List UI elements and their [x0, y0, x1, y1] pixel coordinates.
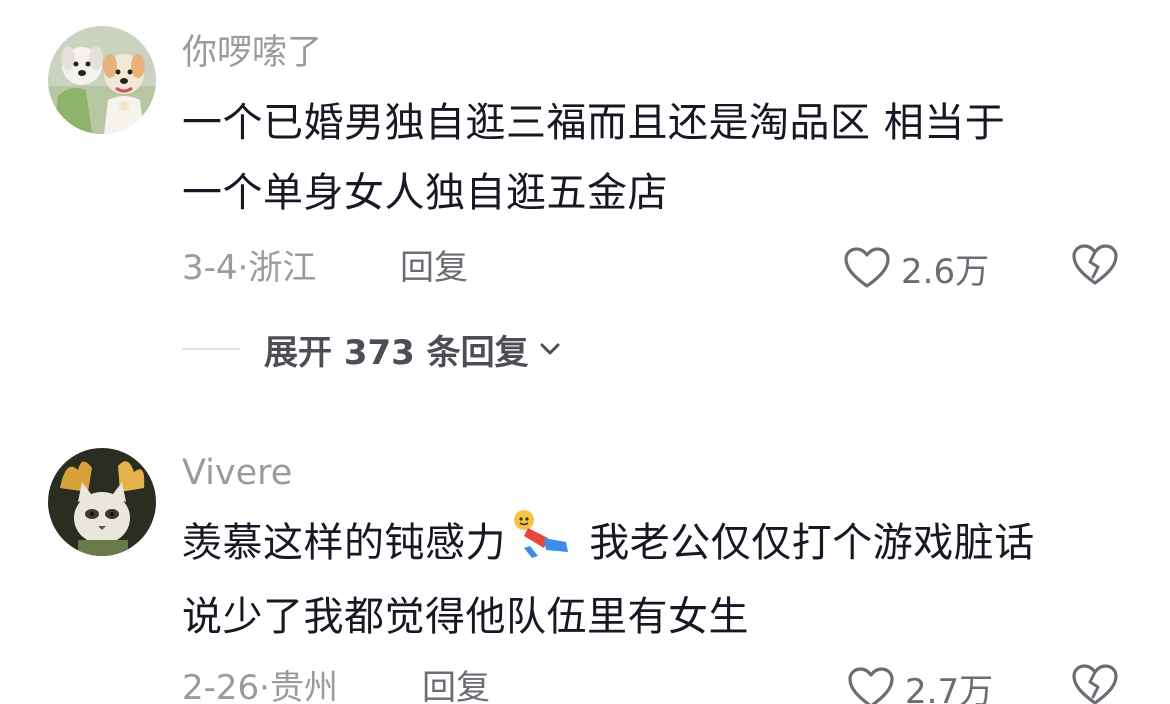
heart-outline-icon — [844, 247, 890, 288]
comment-date-location: 2-26·贵州 — [182, 668, 338, 704]
comment-text-segment: 羡慕这样的钝感力 — [182, 520, 506, 566]
reply-button[interactable]: 回复 — [422, 666, 490, 704]
comment-text-line: 羡慕这样的钝感力 我老公仅仅打个游戏脏话 — [182, 508, 1122, 582]
sliding-kid-emoji — [510, 508, 572, 582]
two-dogs-avatar — [48, 26, 156, 134]
avatar[interactable] — [48, 26, 156, 134]
comment-text: 一个已婚男独自逛三福而且还是淘品区 相当于 一个单身女人独自逛五金店 — [182, 88, 1122, 228]
broken-heart-icon — [1072, 244, 1118, 285]
comment-text-segment: 我老公仅仅打个游戏脏话 — [576, 520, 1035, 566]
like-button[interactable]: 2.7万 — [847, 663, 993, 704]
comment-text-line: 一个单身女人独自逛五金店 — [182, 170, 668, 216]
dislike-button[interactable] — [1071, 243, 1119, 293]
like-count: 2.7万 — [905, 671, 994, 704]
expand-replies-label: 展开 373 条回复 — [264, 332, 529, 373]
broken-heart-icon — [1072, 664, 1118, 704]
comment-text: 羡慕这样的钝感力 我老公仅仅打个游戏脏话 说少了我都觉得他队伍里有女生 — [182, 508, 1122, 652]
chevron-down-icon — [540, 343, 560, 355]
comment-date-location: 3-4·浙江 — [182, 248, 317, 288]
divider-line — [182, 348, 240, 350]
expand-replies-button[interactable]: 展开 373 条回复 — [182, 326, 563, 373]
cat-fire-avatar — [48, 448, 156, 556]
heart-outline-icon — [848, 667, 894, 704]
avatar[interactable] — [48, 448, 156, 556]
like-count: 2.6万 — [901, 251, 990, 292]
comment-list: 你啰嗦了 一个已婚男独自逛三福而且还是淘品区 相当于 一个单身女人独自逛五金店 … — [0, 0, 1170, 704]
username[interactable]: Vivere — [182, 450, 292, 496]
emoji-icon — [514, 510, 568, 558]
comment-text-line: 一个已婚男独自逛三福而且还是淘品区 相当于 — [182, 100, 1006, 146]
username[interactable]: 你啰嗦了 — [182, 30, 322, 76]
like-button[interactable]: 2.6万 — [843, 243, 989, 293]
comment-text-line: 说少了我都觉得他队伍里有女生 — [182, 594, 749, 640]
reply-button[interactable]: 回复 — [400, 246, 468, 290]
dislike-button[interactable] — [1071, 663, 1119, 704]
